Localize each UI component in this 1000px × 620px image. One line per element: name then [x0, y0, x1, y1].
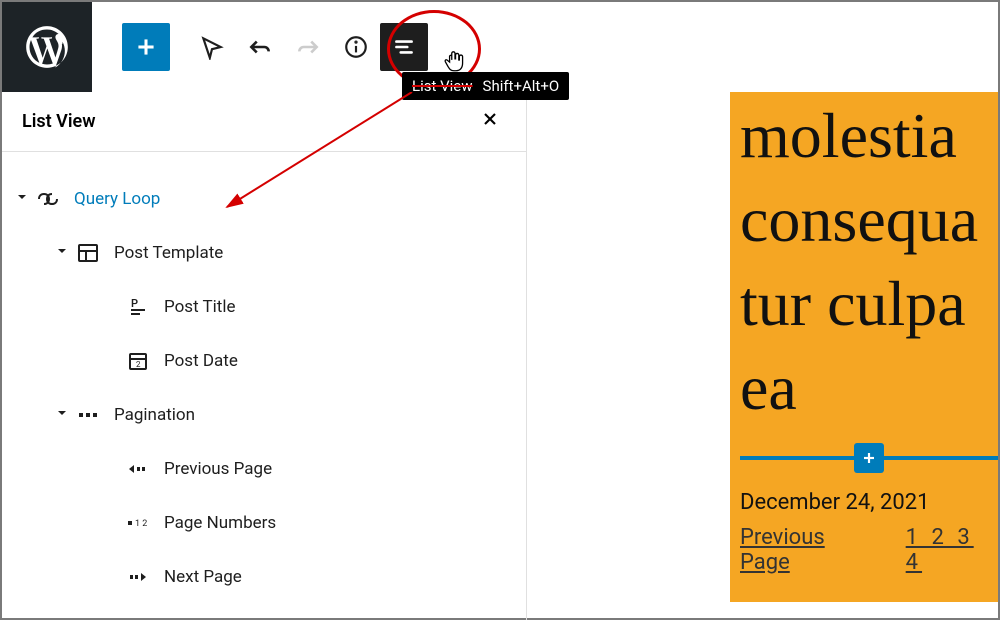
chevron-down-icon [10, 189, 34, 210]
toolbar-buttons [92, 23, 428, 71]
redo-button[interactable] [284, 23, 332, 71]
post-title-text[interactable]: consequa [740, 176, 998, 260]
svg-text:2: 2 [136, 360, 141, 369]
tree-item-previous-page[interactable]: Previous Page [10, 442, 518, 496]
info-button[interactable] [332, 23, 380, 71]
post-title-icon: P [124, 295, 152, 319]
cursor-icon [199, 34, 225, 60]
tree-item-label: Post Title [164, 297, 236, 317]
tree-item-label: Query Loop [74, 189, 160, 209]
redo-icon [295, 34, 321, 60]
wordpress-logo[interactable] [2, 2, 92, 92]
tree-item-post-template[interactable]: Post Template [10, 226, 518, 280]
select-tool-button[interactable] [188, 23, 236, 71]
undo-icon [247, 34, 273, 60]
tree-item-label: Post Date [164, 351, 238, 371]
info-icon [343, 34, 369, 60]
tree-item-label: Page Numbers [164, 513, 276, 533]
calendar-icon: 2 [124, 349, 152, 373]
chevron-down-icon [50, 243, 74, 264]
list-view-icon [391, 34, 417, 60]
plus-icon [859, 448, 879, 468]
wordpress-icon [22, 22, 72, 72]
tree-item-label: Pagination [114, 405, 195, 425]
block-inserter-line [740, 456, 998, 460]
post-title-text[interactable]: ea [740, 344, 998, 428]
page-numbers-text[interactable]: 1 2 3 4 [906, 525, 998, 575]
tree-item-label: Post Template [114, 243, 223, 263]
tree-item-next-page[interactable]: Next Page [10, 550, 518, 604]
post-title-text[interactable]: tur culpa [740, 260, 998, 344]
template-icon [74, 241, 102, 265]
undo-button[interactable] [236, 23, 284, 71]
tree-item-label: Next Page [164, 567, 242, 587]
tree-item-post-date[interactable]: 2 Post Date [10, 334, 518, 388]
panel-title: List View [22, 111, 96, 132]
add-block-button[interactable] [122, 23, 170, 71]
tree-item-pagination[interactable]: Pagination [10, 388, 518, 442]
plus-icon [133, 34, 159, 60]
list-view-panel: List View Query Loop [2, 92, 527, 620]
list-view-button[interactable] [380, 23, 428, 71]
page-numbers-icon: 1 2 [124, 511, 152, 535]
panel-header: List View [2, 92, 526, 152]
query-loop-block[interactable]: molestia consequa tur culpa ea December … [730, 92, 998, 602]
block-tree: Query Loop Post Template P Post Title [2, 152, 526, 620]
pagination-block[interactable]: Previous Page 1 2 3 4 [740, 525, 998, 575]
post-title-text[interactable]: molestia [740, 92, 998, 176]
tree-item-page-numbers[interactable]: 1 2 Page Numbers [10, 496, 518, 550]
previous-page-link[interactable]: Previous Page [740, 525, 878, 575]
chevron-down-icon [50, 405, 74, 426]
svg-text:1 2: 1 2 [135, 519, 147, 529]
loop-icon [34, 187, 62, 211]
tree-item-post-title[interactable]: P Post Title [10, 280, 518, 334]
pagination-icon [74, 403, 102, 427]
block-inserter-button[interactable] [854, 443, 884, 473]
editor-toolbar [2, 2, 998, 92]
tree-item-label: Previous Page [164, 459, 272, 479]
next-page-icon [124, 565, 152, 589]
editor-canvas[interactable]: molestia consequa tur culpa ea December … [527, 92, 998, 620]
previous-page-icon [124, 457, 152, 481]
close-button[interactable] [474, 103, 506, 141]
post-date-text[interactable]: December 24, 2021 [740, 490, 998, 515]
close-icon [480, 109, 500, 129]
svg-text:P: P [131, 297, 138, 310]
tree-item-query-loop[interactable]: Query Loop [10, 172, 518, 226]
